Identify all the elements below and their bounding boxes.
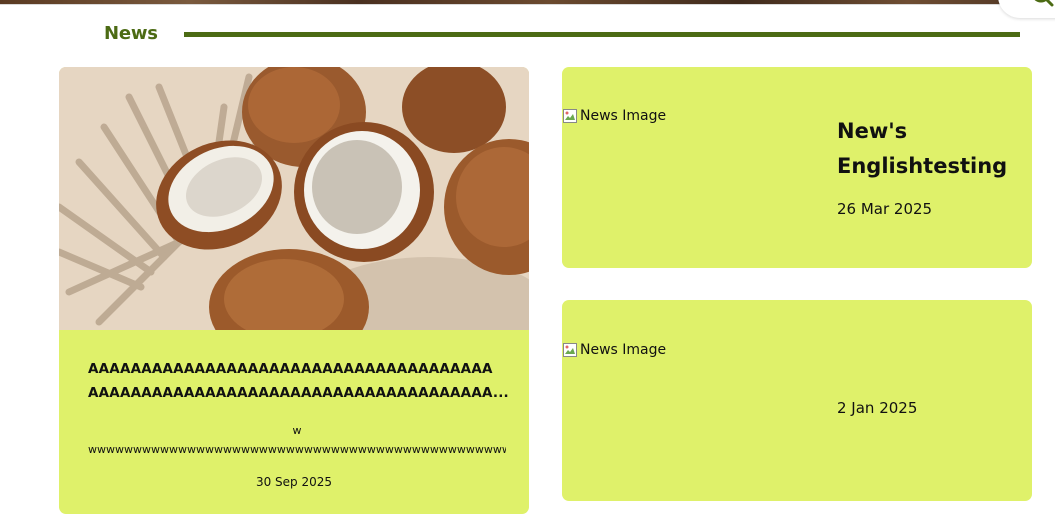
news-card-date: 2 Jan 2025 <box>837 399 918 417</box>
featured-news-title[interactable]: AAAAAAAAAAAAAAAAAAAAAAAAAAAAAAAAAAAAAA A… <box>88 357 508 405</box>
news-image: News Image <box>562 108 666 124</box>
search-button[interactable] <box>998 0 1055 18</box>
featured-news-date: 30 Sep 2025 <box>255 475 333 489</box>
broken-image-icon <box>562 108 578 124</box>
featured-excerpt-line: wwwwwwwwwwwwwwwwwwwwwwwwwwwwwwwwwwwwwwww… <box>88 443 506 456</box>
news-card[interactable]: News Image New's Englishtesting 26 Mar 2… <box>562 67 1032 268</box>
featured-title-line: AAAAAAAAAAAAAAAAAAAAAAAAAAAAAAAAAAAAAA <box>88 361 493 377</box>
hero-image-edge <box>0 0 1055 5</box>
featured-news-image <box>59 67 529 330</box>
news-card-title[interactable]: New's Englishtesting <box>837 114 1017 184</box>
news-image-alt-text: News Image <box>580 108 667 124</box>
news-image-alt-text: News Image <box>580 342 667 358</box>
news-image: News Image <box>562 342 666 358</box>
news-card[interactable]: News Image 2 Jan 2025 <box>562 300 1032 501</box>
broken-image-icon <box>562 342 578 358</box>
featured-excerpt-line: w <box>292 424 302 437</box>
featured-news-body: AAAAAAAAAAAAAAAAAAAAAAAAAAAAAAAAAAAAAA A… <box>59 330 529 514</box>
news-card-date: 26 Mar 2025 <box>837 200 933 218</box>
search-icon <box>1034 0 1054 7</box>
section-title: News <box>104 23 158 44</box>
featured-news-excerpt: w wwwwwwwwwwwwwwwwwwwwwwwwwwwwwwwwwwwwww… <box>88 421 506 459</box>
featured-title-line: AAAAAAAAAAAAAAAAAAAAAAAAAAAAAAAAAAAAAA..… <box>88 385 508 401</box>
section-divider <box>184 32 1020 37</box>
featured-news-card[interactable]: AAAAAAAAAAAAAAAAAAAAAAAAAAAAAAAAAAAAAA A… <box>59 67 529 514</box>
